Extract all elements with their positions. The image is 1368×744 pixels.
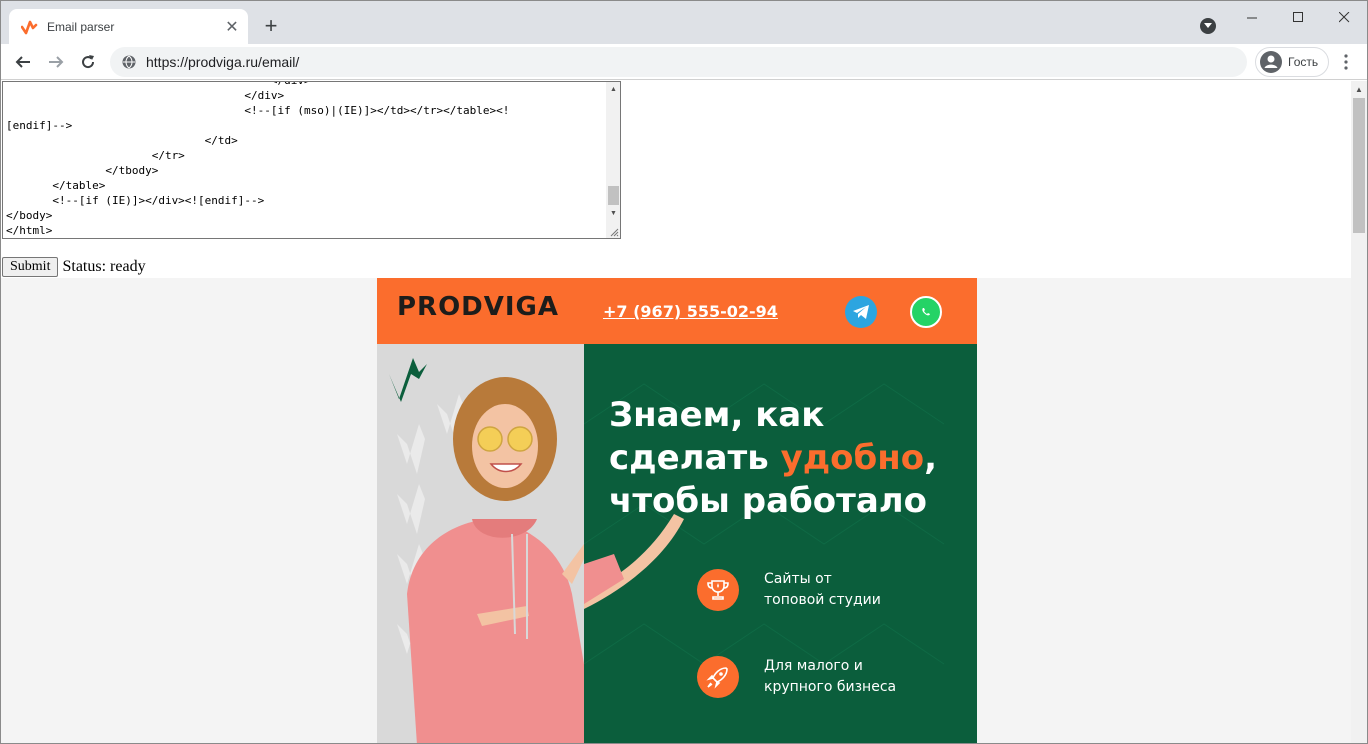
hero-headline: Знаем, как сделать удобно, чтобы работал… xyxy=(609,394,937,523)
menu-dots-icon[interactable] xyxy=(1335,48,1357,76)
new-tab-button[interactable]: + xyxy=(259,14,283,38)
page-scrollbar[interactable]: ▲ xyxy=(1351,81,1367,743)
feature-text-business: Для малого и крупного бизнеса xyxy=(764,656,914,698)
woman-photo-illustration xyxy=(377,344,584,743)
email-header: PRODVIGA +7 (967) 555-02-94 xyxy=(377,278,977,344)
browser-window: Email parser ✕ + https://prodviga.ru/ema… xyxy=(0,0,1368,744)
submit-button[interactable]: Submit xyxy=(2,257,59,277)
tab-title: Email parser xyxy=(47,19,115,34)
tab-search-icon[interactable] xyxy=(1200,18,1216,34)
forward-button[interactable] xyxy=(42,48,70,76)
email-preview-area: PRODVIGA +7 (967) 555-02-94 Знаем, как с… xyxy=(1,278,1351,743)
feature-business-line-1: Для малого и xyxy=(764,658,863,674)
code-line: [endif]--> xyxy=(6,119,73,132)
textarea-scroll-thumb[interactable] xyxy=(608,186,619,205)
profile-button[interactable]: Гость xyxy=(1255,47,1329,77)
feature-studio-line-2: топовой студии xyxy=(764,592,881,608)
maximize-button[interactable] xyxy=(1275,1,1321,33)
feature-item-business: Для малого и крупного бизнеса xyxy=(697,656,914,698)
status-text: Status: ready xyxy=(62,258,146,275)
submit-row: Submit Status: ready xyxy=(2,257,146,277)
hero-content: Знаем, как сделать удобно, чтобы работал… xyxy=(584,344,977,743)
tab-strip: Email parser ✕ + xyxy=(1,1,1367,44)
code-line: </div> xyxy=(6,89,285,102)
close-window-button[interactable] xyxy=(1321,1,1367,33)
code-line: </table> xyxy=(6,179,106,192)
feature-studio-line-1: Сайты от xyxy=(764,571,832,587)
page-content: </div> </div> <!--[if (mso)|(IE)]></td><… xyxy=(1,81,1351,743)
trophy-icon xyxy=(697,569,739,611)
browser-toolbar: https://prodviga.ru/email/ Гость xyxy=(1,44,1367,80)
back-button[interactable] xyxy=(9,48,37,76)
headline-line-3: чтобы работало xyxy=(609,481,928,521)
code-line: </html> xyxy=(6,224,53,237)
email-hero: Знаем, как сделать удобно, чтобы работал… xyxy=(377,344,977,743)
globe-icon xyxy=(122,55,136,69)
minimize-button[interactable] xyxy=(1229,1,1275,33)
whatsapp-icon[interactable] xyxy=(910,296,942,328)
headline-line-2: сделать удобно, xyxy=(609,437,937,480)
html-textarea[interactable]: </div> </div> <!--[if (mso)|(IE)]></td><… xyxy=(2,81,621,239)
phone-link[interactable]: +7 (967) 555-02-94 xyxy=(603,302,778,321)
email-preview: PRODVIGA +7 (967) 555-02-94 Знаем, как с… xyxy=(377,278,977,743)
code-line: </div> xyxy=(6,82,602,88)
prodviga-logo: PRODVIGA xyxy=(397,292,560,322)
headline-line-1: Знаем, как xyxy=(609,395,825,435)
telegram-icon[interactable] xyxy=(845,296,877,328)
headline-line-2-end: , xyxy=(924,438,938,478)
headline-line-2-start: сделать xyxy=(609,438,781,478)
code-line: </tr> xyxy=(6,149,185,162)
tab-email-parser[interactable]: Email parser ✕ xyxy=(9,9,248,44)
reload-button[interactable] xyxy=(74,48,102,76)
textarea-scrollbar[interactable]: ▲ ▼ xyxy=(606,82,620,238)
feature-business-line-2: крупного бизнеса xyxy=(764,679,897,695)
page-scroll-up-icon[interactable]: ▲ xyxy=(1351,81,1367,97)
headline-accent: удобно xyxy=(780,438,925,478)
code-line: </tbody> xyxy=(6,164,159,177)
avatar-icon xyxy=(1260,51,1282,73)
code-line: </body> xyxy=(6,209,53,222)
profile-label: Гость xyxy=(1288,55,1319,69)
code-line: <!--[if (mso)|(IE)]></td></tr></table><! xyxy=(6,104,510,117)
feature-text-studio: Сайты от топовой студии xyxy=(764,569,914,611)
html-code-text: </div> </div> <!--[if (mso)|(IE)]></td><… xyxy=(6,82,602,238)
prodviga-favicon-icon xyxy=(21,20,38,34)
textarea-scroll-up-icon[interactable]: ▲ xyxy=(606,82,620,96)
page-scroll-thumb[interactable] xyxy=(1353,98,1365,233)
url-text: https://prodviga.ru/email/ xyxy=(146,54,300,70)
textarea-scroll-down-icon[interactable]: ▼ xyxy=(606,206,620,220)
feature-item-studio: Сайты от топовой студии xyxy=(697,569,914,611)
code-line: <!--[if (IE)]></div><![endif]--> xyxy=(6,194,265,207)
tab-close-icon[interactable]: ✕ xyxy=(222,17,242,37)
rocket-icon xyxy=(697,656,739,698)
code-line: </td> xyxy=(6,134,238,147)
address-bar[interactable]: https://prodviga.ru/email/ xyxy=(110,47,1247,77)
resize-handle-icon[interactable] xyxy=(609,227,619,237)
hero-photo xyxy=(377,344,584,743)
